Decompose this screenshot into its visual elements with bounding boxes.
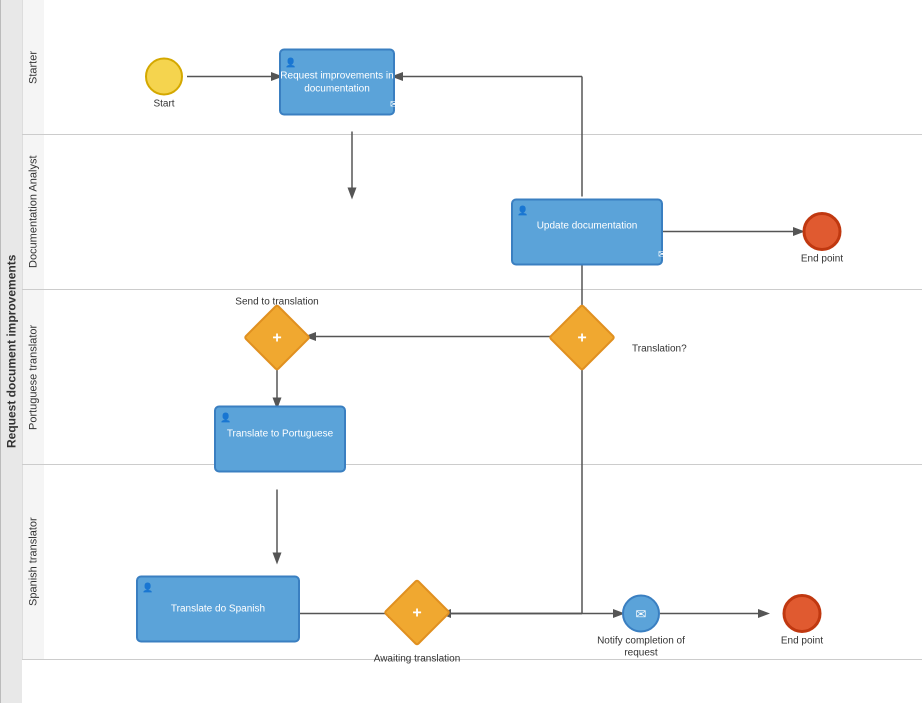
lane-content-spanish [44, 465, 922, 659]
lanes-container: Starter Documentation Analyst Portuguese… [22, 0, 922, 703]
lane-spanish-translator: Spanish translator [22, 465, 922, 660]
pool-label: Request document improvements [0, 0, 22, 703]
lane-doc-analyst: Documentation Analyst [22, 135, 922, 290]
lane-port-translator: Portuguese translator [22, 290, 922, 465]
lane-starter: Starter [22, 0, 922, 135]
lane-label-doc: Documentation Analyst [22, 135, 44, 289]
lane-content-port [44, 290, 922, 464]
lane-label-port: Portuguese translator [22, 290, 44, 464]
diagram-wrapper: Request document improvements Starter Do… [0, 0, 922, 703]
lane-label-spanish: Spanish translator [22, 465, 44, 659]
lane-content-doc [44, 135, 922, 289]
lane-label-starter: Starter [22, 0, 44, 134]
lane-content-starter [44, 0, 922, 134]
